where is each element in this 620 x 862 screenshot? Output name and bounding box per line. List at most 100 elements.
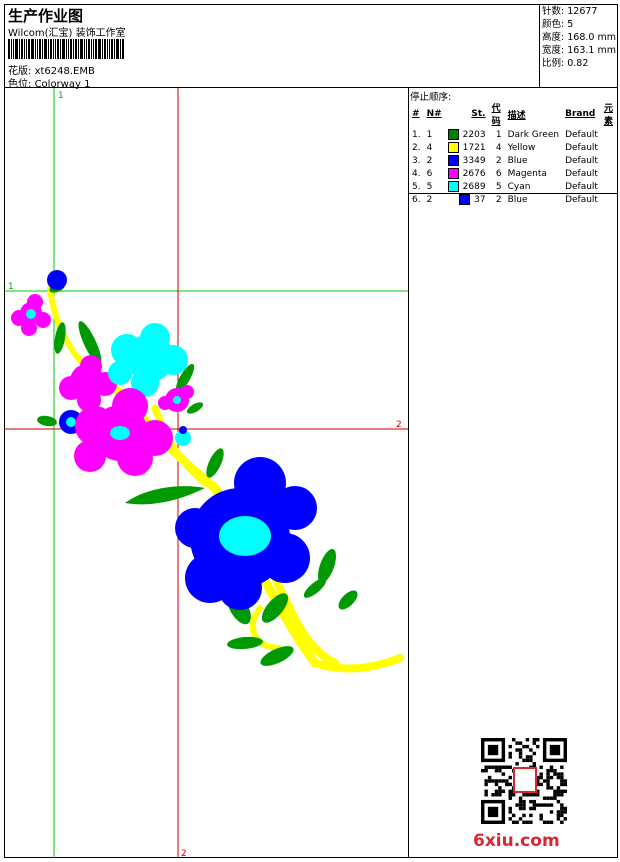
- row-desc: Magenta: [507, 168, 547, 179]
- scale-label: 比例:: [542, 58, 565, 69]
- guide-v2-label: 2: [181, 849, 187, 858]
- page-title: 生产作业图: [8, 7, 84, 25]
- table-header-row: # N# St. 代码 描述 Brand 元素: [409, 101, 617, 128]
- col-element: 元素: [603, 104, 613, 127]
- col-st: St.: [471, 109, 486, 119]
- row-num: 2.: [412, 142, 421, 153]
- row-brand: Default: [565, 194, 598, 205]
- scale-row: 比例: 0.82: [542, 57, 616, 70]
- qr-code: [481, 738, 567, 824]
- stitch-count: 1721: [462, 143, 486, 153]
- guide-v1-label: 1: [58, 91, 64, 101]
- row-n: 2: [426, 194, 433, 205]
- row-num: 6.: [412, 194, 421, 205]
- row-n: 5: [426, 181, 433, 192]
- colors-value: 5: [567, 19, 574, 30]
- table-row: 1. 1 2203 1 Dark Green Default: [409, 128, 617, 141]
- row-code: 6: [495, 168, 502, 179]
- row-code: 5: [495, 181, 502, 192]
- row-num: 3.: [412, 155, 421, 166]
- cyan-bud-dot: [179, 426, 187, 434]
- row-brand: Default: [565, 181, 598, 192]
- row-code: 1: [495, 129, 502, 140]
- row-n: 6: [426, 168, 433, 179]
- blue-flower-large-center: [219, 516, 271, 556]
- row-st: 37: [445, 193, 489, 206]
- stitches-row: 针数: 12677: [542, 5, 616, 18]
- stems: [47, 285, 404, 673]
- col-brand: Brand: [565, 109, 596, 119]
- width-label: 宽度:: [542, 45, 565, 56]
- row-brand: Default: [565, 129, 598, 140]
- row-num: 4.: [412, 168, 421, 179]
- width-row: 宽度: 163.1 mm: [542, 44, 616, 57]
- col-hash: #: [412, 109, 420, 119]
- row-element: [601, 167, 617, 180]
- row-st: 2203: [445, 128, 489, 141]
- row-desc: Blue: [507, 155, 528, 166]
- stats-divider: [539, 5, 540, 87]
- row-n: 4: [426, 142, 433, 153]
- guide-h1-label: 1: [8, 282, 14, 292]
- height-row: 高度: 168.0 mm: [542, 31, 616, 44]
- row-num: 1.: [412, 129, 421, 140]
- row-code: 2: [495, 194, 502, 205]
- row-n: 2: [426, 155, 433, 166]
- stitches-value: 12677: [567, 6, 598, 17]
- stats-panel: 针数: 12677 颜色: 5 高度: 168.0 mm 宽度: 163.1 m…: [542, 5, 616, 70]
- production-sheet: 生产作业图 Wilcom(汇宝) 装饰工作室 花版: xt6248.EMB 色位…: [4, 4, 618, 859]
- table-row: 4. 6 2676 6 Magenta Default: [409, 167, 617, 180]
- row-desc: Yellow: [507, 142, 536, 153]
- row-element: [601, 141, 617, 154]
- row-desc: Cyan: [507, 181, 531, 192]
- stitch-count: 37: [474, 195, 486, 205]
- stitch-count: 2689: [462, 182, 486, 192]
- row-desc: Dark Green: [507, 129, 560, 140]
- color-swatch: [447, 168, 459, 179]
- table-divider: [408, 193, 617, 194]
- row-element: [601, 180, 617, 193]
- row-code: 4: [495, 142, 502, 153]
- embroidery-preview: 1 1 2 2: [5, 88, 408, 859]
- col-desc: 描述: [507, 110, 526, 121]
- row-element: [601, 128, 617, 141]
- stitches-label: 针数:: [542, 6, 565, 17]
- table-row: 3. 2 3349 2 Blue Default: [409, 154, 617, 167]
- colors-label: 颜色:: [542, 19, 565, 30]
- row-brand: Default: [565, 168, 598, 179]
- table-row: 6. 2 37 2 Blue Default: [409, 193, 617, 206]
- row-st: 2689: [445, 180, 489, 193]
- blue-bud: [47, 270, 67, 290]
- height-value: 168.0 mm: [567, 32, 616, 43]
- qr-pattern: [481, 738, 567, 824]
- magenta-flower-mid: [59, 355, 117, 412]
- row-st: 2676: [445, 167, 489, 180]
- cyan-flower: [108, 323, 188, 397]
- height-label: 高度:: [542, 32, 565, 43]
- stop-sequence-table: # N# St. 代码 描述 Brand 元素 1. 1 2203 1 Dark Gre…: [409, 101, 617, 206]
- color-swatch: [447, 155, 459, 166]
- watermark-logo: 6xiu.com: [473, 831, 560, 851]
- stitch-count: 3349: [462, 156, 486, 166]
- barcode: [8, 39, 133, 59]
- stitch-count: 2203: [462, 130, 486, 140]
- design-canvas: 1 1 2 2: [5, 88, 409, 859]
- table-row: 5. 5 2689 5 Cyan Default: [409, 180, 617, 193]
- row-brand: Default: [565, 142, 598, 153]
- row-element: [601, 193, 617, 206]
- blue-flower-center: [66, 417, 76, 427]
- colors-row: 颜色: 5: [542, 18, 616, 31]
- width-value: 163.1 mm: [567, 45, 616, 56]
- guide-h2-label: 2: [396, 420, 402, 430]
- magenta-flower-large-center: [110, 426, 130, 440]
- color-swatch: [459, 194, 471, 205]
- row-brand: Default: [565, 155, 598, 166]
- table-row: 2. 4 1721 4 Yellow Default: [409, 141, 617, 154]
- row-num: 5.: [412, 181, 421, 192]
- col-code: 代码: [491, 104, 501, 127]
- row-element: [601, 154, 617, 167]
- row-code: 2: [495, 155, 502, 166]
- row-n: 1: [426, 129, 433, 140]
- row-desc: Blue: [507, 194, 528, 205]
- magenta-flower-small-center: [26, 309, 36, 319]
